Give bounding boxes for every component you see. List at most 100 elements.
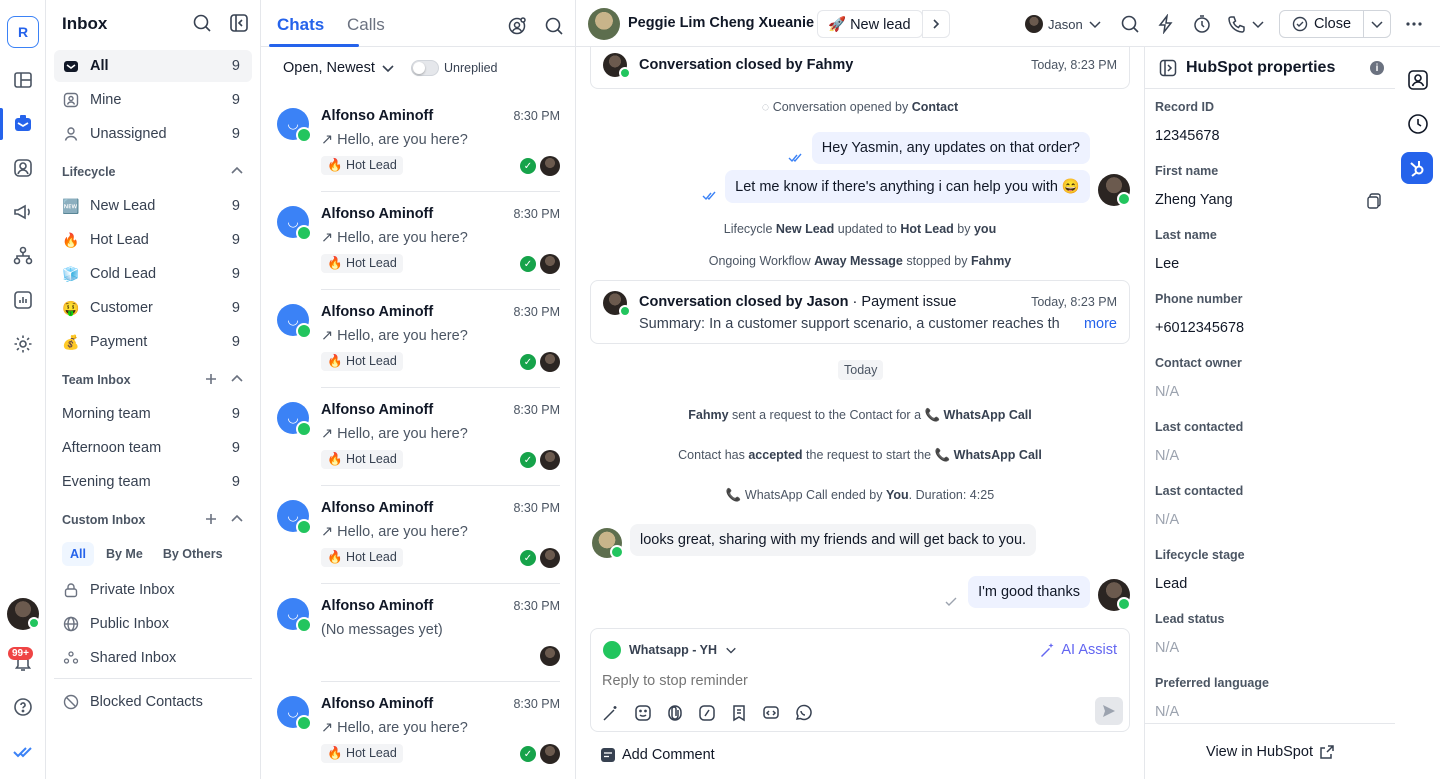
magic-wand-icon[interactable] [601, 703, 621, 723]
sidebar-item-blocked-contacts[interactable]: Blocked Contacts [54, 686, 252, 718]
view-in-hubspot-link[interactable]: View in HubSpot [1145, 723, 1395, 779]
collapse-sidebar-icon[interactable] [229, 13, 249, 33]
settings-gear-icon[interactable] [12, 333, 34, 355]
code-snippet-icon[interactable] [761, 703, 781, 723]
property-value[interactable]: Lead [1155, 576, 1187, 592]
broadcast-icon[interactable] [12, 201, 34, 223]
sidebar-item-public-inbox[interactable]: Public Inbox [54, 608, 252, 640]
property-value[interactable]: N/A [1155, 640, 1179, 656]
outgoing-message[interactable]: Let me know if there's anything i can he… [725, 170, 1090, 203]
chat-time: 8:30 PM [513, 599, 560, 613]
assignee-dropdown[interactable]: Jason [1025, 15, 1102, 33]
sidebar-item-cold-lead[interactable]: 🧊 Cold Lead 9 [54, 258, 252, 290]
property-value[interactable]: Lee [1155, 256, 1179, 272]
next-stage-button[interactable] [922, 10, 950, 38]
whatsapp-badge-icon [296, 421, 312, 437]
outgoing-message[interactable]: I'm good thanks [968, 576, 1090, 608]
sidebar-item-morning-team[interactable]: Morning team 9 [54, 398, 252, 430]
sidebar-divider [54, 678, 252, 679]
property-value[interactable]: N/A [1155, 512, 1179, 528]
property-value[interactable]: N/A [1155, 384, 1179, 400]
money-bag-emoji-icon: 💰 [62, 333, 80, 350]
dashboard-icon[interactable] [12, 69, 34, 91]
outgoing-message[interactable]: Hey Yasmin, any updates on that order? [811, 132, 1090, 164]
workspace-logo[interactable]: R [7, 16, 39, 48]
info-icon[interactable]: i [1370, 61, 1384, 75]
template-icon[interactable] [729, 703, 749, 723]
sidebar-item-new-lead[interactable]: 🆕 New Lead 9 [54, 190, 252, 222]
contact-name[interactable]: Peggie Lim Cheng Xueanie [628, 15, 814, 31]
incoming-message[interactable]: looks great, sharing with my friends and… [630, 524, 1037, 556]
call-dropdown[interactable] [1227, 14, 1265, 34]
contact-card-icon[interactable] [1407, 69, 1429, 91]
lifecycle-stage-pill[interactable]: 🚀 New lead [817, 10, 923, 38]
sidebar-item-evening-team[interactable]: Evening team 9 [54, 466, 252, 498]
chat-filter-dropdown[interactable]: Open, Newest [283, 60, 395, 76]
quick-reply-icon[interactable] [697, 703, 717, 723]
contact-avatar[interactable] [588, 8, 620, 40]
tab-chats[interactable]: Chats [277, 15, 324, 35]
timer-icon[interactable] [1192, 14, 1212, 34]
sidebar-item-unassigned[interactable]: Unassigned 9 [54, 118, 252, 150]
channel-selector[interactable]: Whatsapp - YH [603, 641, 737, 659]
send-button[interactable] [1095, 697, 1123, 725]
add-team-inbox-icon[interactable] [204, 372, 218, 386]
attachment-icon[interactable] [665, 703, 685, 723]
chat-list-item[interactable]: ◡ Alfonso Aminoff 8:30 PM ↗ Hello, are you … [261, 192, 575, 290]
search-icon[interactable] [192, 13, 212, 33]
hubspot-integration-tab[interactable] [1401, 152, 1433, 184]
chat-list-item[interactable]: ◡ Alfonso Aminoff 8:30 PM ↗ Hello, are you … [261, 290, 575, 388]
sidebar-item-private-inbox[interactable]: Private Inbox [54, 574, 252, 606]
sidebar-item-shared-inbox[interactable]: Shared Inbox [54, 642, 252, 674]
property-value[interactable]: +6012345678 [1155, 320, 1244, 336]
sidebar-item-afternoon-team[interactable]: Afternoon team 9 [54, 432, 252, 464]
assignee-avatar [1025, 15, 1043, 33]
property-value[interactable]: 12345678 [1155, 128, 1220, 144]
chat-list-item[interactable]: ◡ Alfonso Aminoff 8:30 PM ↗ Hello, are you … [261, 682, 575, 779]
whatsapp-outline-icon[interactable] [793, 703, 813, 723]
reply-input[interactable] [602, 673, 1102, 689]
property-value[interactable]: Zheng Yang [1155, 192, 1233, 208]
chat-list-item[interactable]: ◡ Alfonso Aminoff 8:30 PM ↗ Hello, are you … [261, 94, 575, 192]
copy-value-icon[interactable] [1366, 192, 1384, 210]
sidebar-item-hot-lead[interactable]: 🔥 Hot Lead 9 [54, 224, 252, 256]
property-value[interactable]: N/A [1155, 704, 1179, 720]
chat-list-item[interactable]: ◡ Alfonso Aminoff 8:30 PM ↗ Hello, are you … [261, 486, 575, 584]
unreplied-toggle[interactable] [411, 60, 439, 76]
lightning-shortcut-icon[interactable] [1156, 14, 1176, 34]
chip-by-others[interactable]: By Others [155, 542, 231, 566]
close-conversation-button[interactable]: Close [1280, 11, 1364, 37]
chevron-up-icon[interactable] [230, 512, 244, 526]
panel-toggle-icon[interactable] [1159, 59, 1177, 77]
chip-all[interactable]: All [62, 542, 94, 566]
help-icon[interactable] [12, 696, 34, 718]
sidebar-item-all[interactable]: All 9 [54, 50, 252, 82]
ai-agent-icon[interactable] [507, 16, 527, 36]
workflows-icon[interactable] [12, 245, 34, 267]
emoji-icon[interactable] [633, 703, 653, 723]
sidebar-item-customer[interactable]: 🤑 Customer 9 [54, 292, 252, 324]
ai-assist-button[interactable]: AI Assist [1039, 642, 1117, 658]
add-custom-inbox-icon[interactable] [204, 512, 218, 526]
tab-calls[interactable]: Calls [347, 15, 385, 35]
search-conversation-icon[interactable] [1120, 14, 1140, 34]
chevron-up-icon[interactable] [230, 372, 244, 386]
sidebar-item-mine[interactable]: Mine 9 [54, 84, 252, 116]
whatsapp-badge-icon [1117, 597, 1131, 611]
chat-list-item[interactable]: ◡ Alfonso Aminoff 8:30 PM (No messages yet) [261, 584, 575, 682]
chat-list-item[interactable]: ◡ Alfonso Aminoff 8:30 PM ↗ Hello, are you … [261, 388, 575, 486]
contacts-icon[interactable] [12, 157, 34, 179]
chip-by-me[interactable]: By Me [98, 542, 151, 566]
summary-more-link[interactable]: more [1084, 316, 1117, 332]
history-clock-icon[interactable] [1407, 113, 1429, 135]
reports-icon[interactable] [12, 289, 34, 311]
property-value[interactable]: N/A [1155, 448, 1179, 464]
more-options-icon[interactable] [1404, 14, 1424, 34]
add-comment-button[interactable]: Add Comment [600, 747, 715, 763]
search-chats-icon[interactable] [544, 16, 564, 36]
sidebar-item-payment[interactable]: 💰 Payment 9 [54, 326, 252, 358]
chevron-up-icon[interactable] [230, 164, 244, 178]
system-text: WhatsApp Call ended by [744, 488, 883, 502]
close-options-button[interactable] [1364, 11, 1390, 37]
inbox-icon[interactable] [12, 113, 34, 135]
